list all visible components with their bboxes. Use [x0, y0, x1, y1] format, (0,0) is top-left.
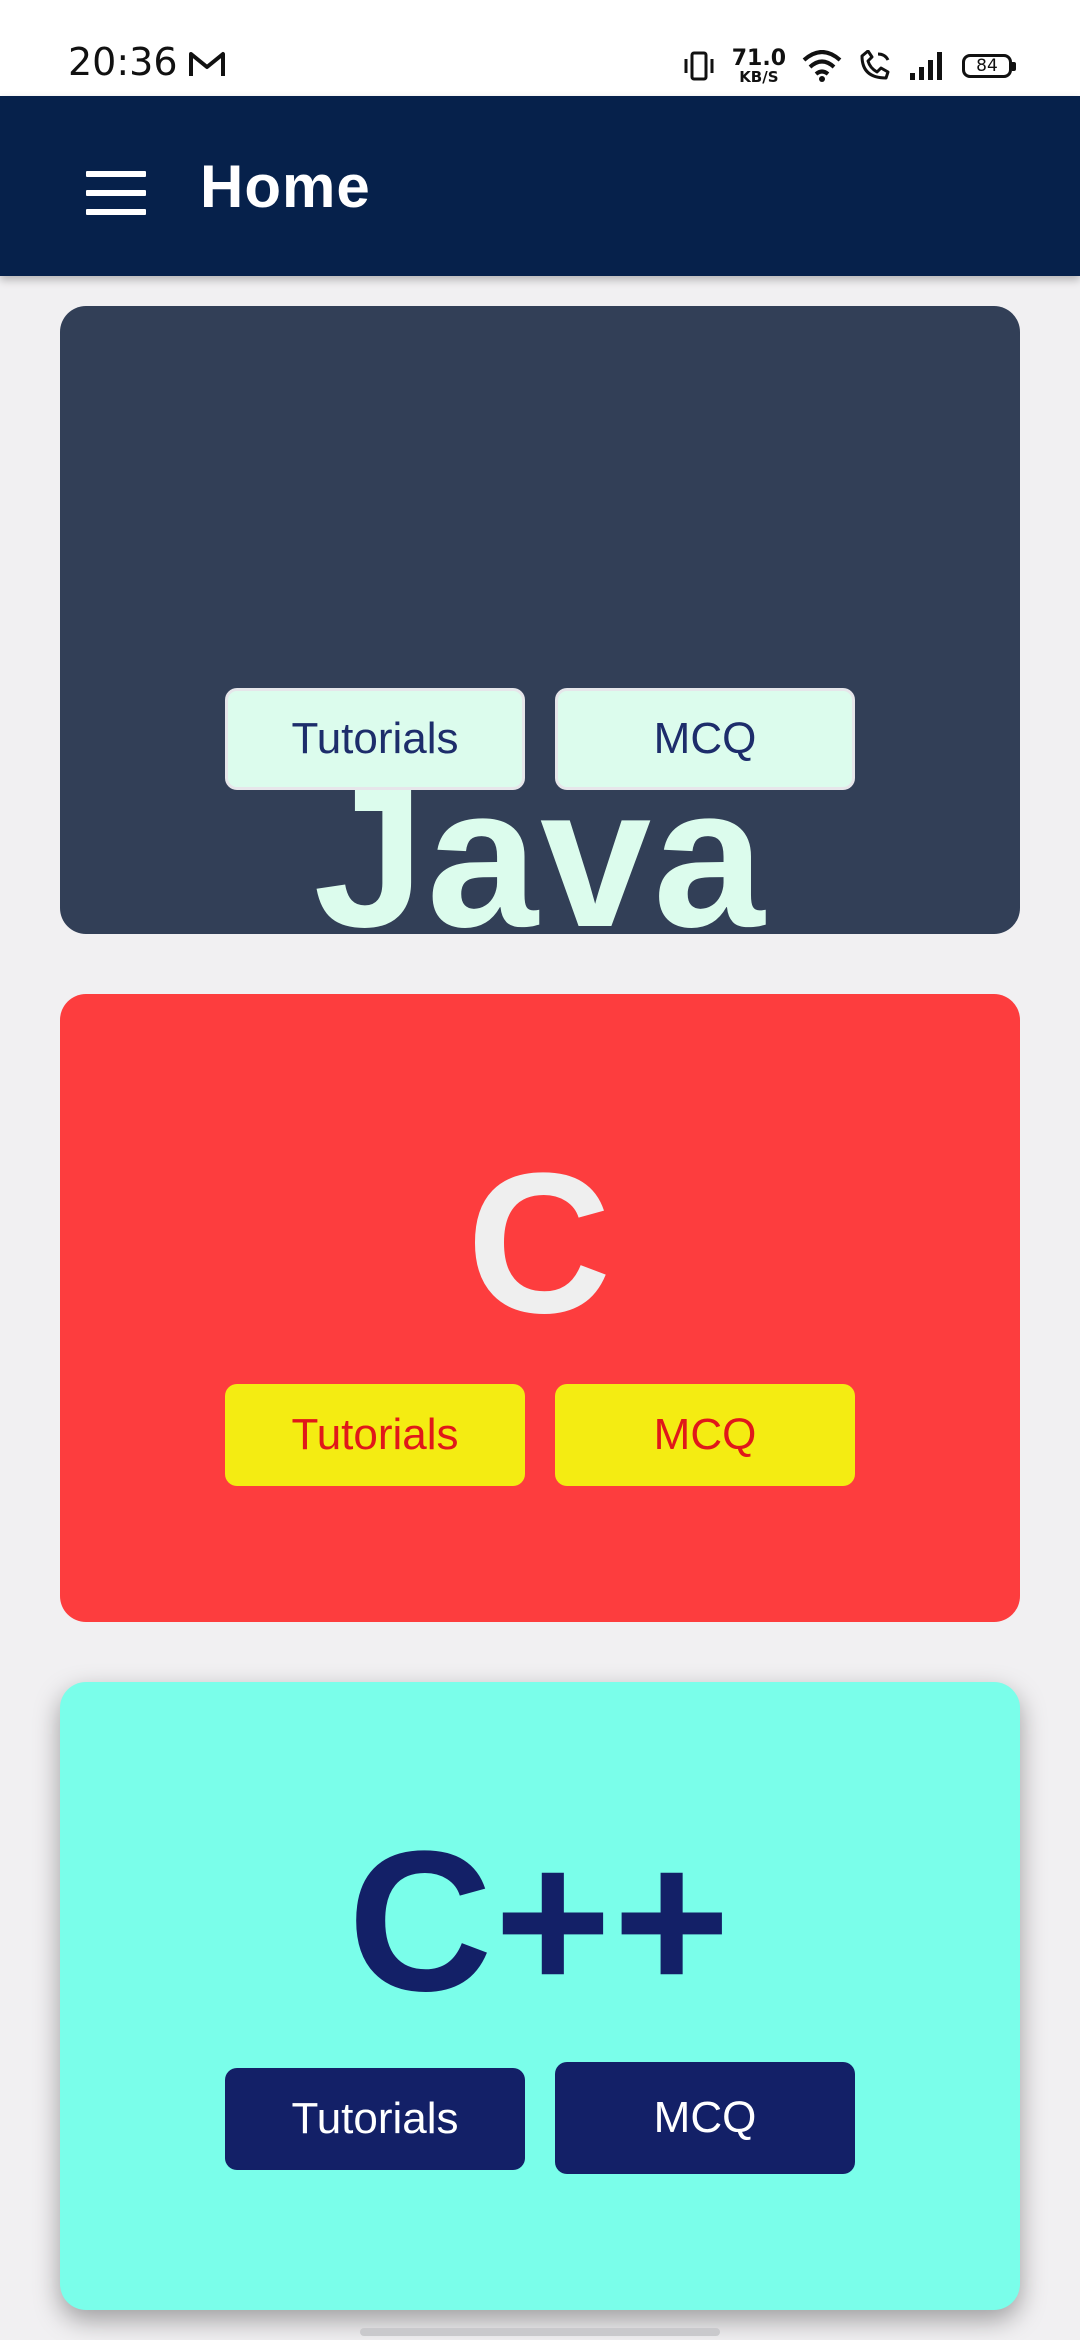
network-speed-value: 71.0	[731, 45, 786, 71]
wifi-icon	[802, 50, 842, 82]
gesture-nav-handle[interactable]	[360, 2328, 720, 2336]
battery-icon: 84	[962, 54, 1016, 78]
status-icons: 71.0 KB/S 84	[682, 44, 1016, 88]
network-speed-unit: KB/S	[739, 67, 779, 86]
course-card-java: Java Tutorials MCQ	[60, 306, 1020, 958]
course-card-c: C Tutorials MCQ	[60, 994, 1020, 1622]
app-bar: Home	[0, 96, 1080, 276]
cpp-mcq-button[interactable]: MCQ	[555, 2062, 855, 2174]
cpp-tutorials-button[interactable]: Tutorials	[225, 2068, 525, 2170]
vibrate-icon	[684, 51, 714, 81]
c-tutorials-button[interactable]: Tutorials	[225, 1384, 525, 1486]
network-speed: 71.0 KB/S	[731, 45, 786, 86]
course-title-c: C	[466, 1132, 614, 1355]
status-bar: 20:36 71.0 KB/S 84	[0, 0, 1080, 96]
status-time: 20:36	[68, 40, 178, 84]
course-title-java: Java	[313, 746, 767, 969]
course-card-cpp: C++ Tutorials MCQ	[60, 1682, 1020, 2310]
page-title: Home	[200, 153, 371, 220]
course-title-cpp: C++	[347, 1810, 733, 2033]
hamburger-menu-icon[interactable]	[86, 171, 148, 215]
java-tutorials-button[interactable]: Tutorials	[225, 688, 525, 790]
gmail-icon	[189, 52, 225, 76]
c-mcq-button[interactable]: MCQ	[555, 1384, 855, 1486]
battery-level: 84	[976, 56, 998, 76]
java-mcq-button[interactable]: MCQ	[555, 688, 855, 790]
signal-icon	[910, 52, 942, 80]
wifi-call-icon	[860, 50, 890, 80]
